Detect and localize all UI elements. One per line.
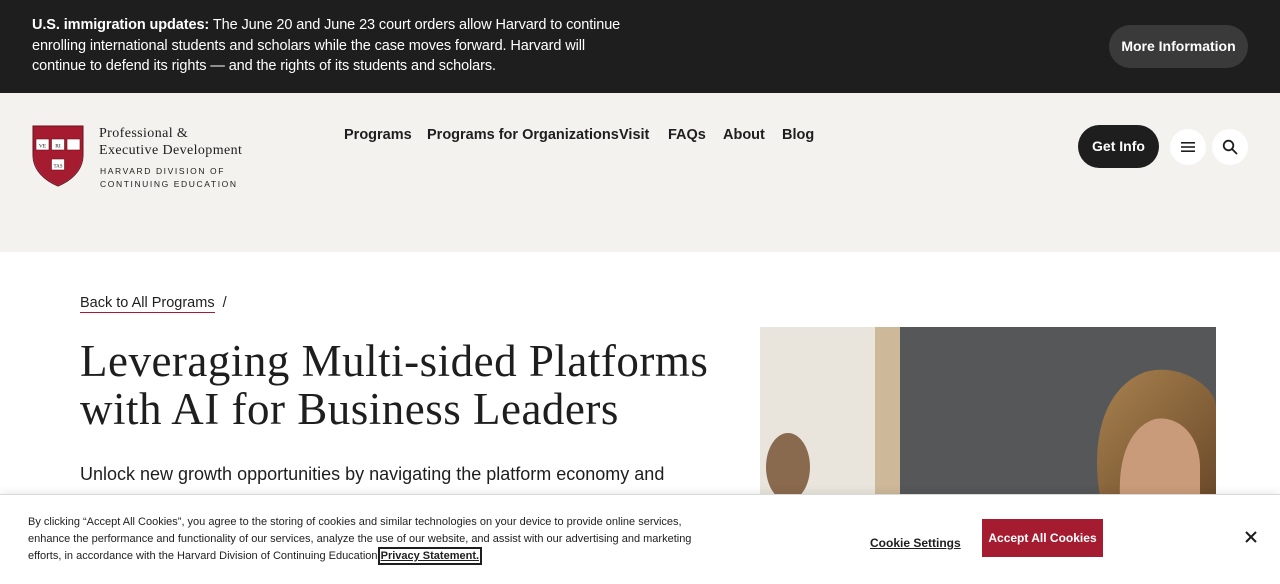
hero-photo [760, 327, 1216, 497]
menu-button[interactable] [1170, 129, 1206, 165]
page-lead: Unlock new growth opportunities by navig… [80, 464, 665, 484]
alert-message: U.S. immigration updates: The June 20 an… [32, 15, 632, 77]
cookie-close-button[interactable] [1241, 527, 1261, 547]
shield-text-tas: TAS [53, 165, 62, 170]
shield-text-ri: RI [55, 144, 61, 150]
close-icon [1245, 531, 1257, 543]
hamburger-icon [1181, 142, 1195, 152]
logo-subtitle-line2: CONTINUING EDUCATION [100, 179, 238, 189]
hero-image [760, 327, 1216, 497]
logo-title-line2: Executive Development [99, 143, 243, 158]
search-icon [1222, 139, 1238, 155]
cookie-message: By clicking “Accept All Cookies”, you ag… [28, 514, 708, 565]
shield-text-ve: VE [39, 144, 47, 150]
more-information-button[interactable]: More Information [1109, 25, 1248, 68]
logo-subtitle-line1: HARVARD DIVISION OF [100, 166, 226, 176]
cookie-body: By clicking “Accept All Cookies”, you ag… [28, 516, 692, 562]
nav-faqs[interactable]: FAQs [668, 127, 706, 143]
logo-title-line1: Professional & [99, 126, 189, 141]
page-title: Leveraging Multi-sided Platforms with AI… [80, 336, 709, 434]
accept-all-cookies-button[interactable]: Accept All Cookies [982, 519, 1103, 557]
nav-programs-for-organizations[interactable]: Programs for Organizations [427, 127, 619, 143]
site-header: VE RI TAS Professional & Executive Devel… [0, 93, 1280, 252]
privacy-statement-link[interactable]: Privacy Statement. [377, 547, 483, 565]
alert-bar: U.S. immigration updates: The June 20 an… [0, 0, 1280, 93]
nav-blog[interactable]: Blog [782, 127, 814, 143]
nav-about[interactable]: About [723, 127, 765, 143]
site-logo[interactable]: VE RI TAS Professional & Executive Devel… [32, 125, 247, 189]
nav-programs[interactable]: Programs [344, 127, 412, 143]
nav-visit[interactable]: Visit [619, 127, 649, 143]
cookie-settings-button[interactable]: Cookie Settings [870, 536, 961, 550]
back-to-programs-link[interactable]: Back to All Programs [80, 295, 215, 313]
search-button[interactable] [1212, 129, 1248, 165]
breadcrumb: Back to All Programs / [80, 295, 227, 313]
harvard-shield-icon: VE RI TAS [32, 125, 84, 187]
get-info-button[interactable]: Get Info [1078, 125, 1159, 168]
breadcrumb-separator: / [222, 295, 227, 311]
alert-label: U.S. immigration updates: [32, 17, 210, 33]
